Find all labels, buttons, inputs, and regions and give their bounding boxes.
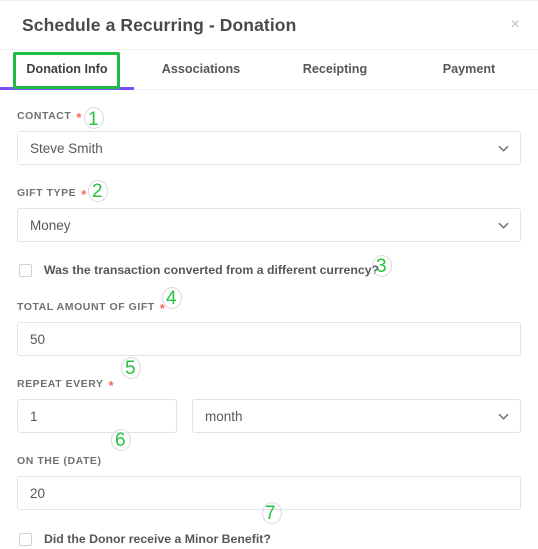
gift-type-label-text: GIFT TYPE bbox=[17, 187, 77, 199]
minor-benefit-label: Did the Donor receive a Minor Benefit? bbox=[44, 532, 271, 546]
repeat-unit-value: month bbox=[205, 408, 243, 424]
repeat-every-label-text: REPEAT EVERY bbox=[17, 378, 104, 390]
gift-type-label: GIFT TYPE * bbox=[17, 185, 521, 201]
field-on-the-date: ON THE (DATE) 20 bbox=[17, 453, 521, 510]
active-tab-underline bbox=[0, 87, 134, 90]
contact-label-text: CONTACT bbox=[17, 110, 72, 122]
tab-bar: Donation Info Associations Receipting Pa… bbox=[0, 50, 538, 90]
field-gift-type: GIFT TYPE * Money bbox=[17, 185, 521, 242]
total-amount-label: TOTAL AMOUNT OF GIFT * bbox=[17, 299, 521, 315]
repeat-every-row: 1 month bbox=[17, 399, 521, 433]
repeat-unit-select[interactable]: month bbox=[192, 399, 521, 433]
dialog-header: Schedule a Recurring - Donation × bbox=[0, 0, 538, 50]
schedule-recurring-donation-dialog: Schedule a Recurring - Donation × Donati… bbox=[0, 0, 538, 549]
required-asterisk: * bbox=[76, 109, 83, 125]
contact-label: CONTACT * bbox=[17, 108, 521, 124]
converted-currency-checkbox[interactable] bbox=[19, 263, 32, 277]
on-the-date-value: 20 bbox=[30, 485, 46, 501]
field-repeat-every: REPEAT EVERY * 1 month bbox=[17, 376, 521, 433]
gift-type-value: Money bbox=[30, 217, 71, 233]
minor-benefit-checkbox[interactable] bbox=[19, 532, 32, 546]
on-the-date-input[interactable]: 20 bbox=[17, 476, 521, 510]
required-asterisk: * bbox=[159, 300, 166, 316]
chevron-down-icon bbox=[498, 220, 509, 231]
converted-currency-label: Was the transaction converted from a dif… bbox=[44, 263, 380, 277]
contact-select[interactable]: Steve Smith bbox=[17, 131, 521, 165]
required-asterisk: * bbox=[81, 186, 87, 202]
donation-info-form: CONTACT * Steve Smith GIFT TYPE * Money bbox=[0, 108, 538, 549]
chevron-down-icon bbox=[498, 411, 509, 422]
total-amount-value: 50 bbox=[30, 331, 46, 347]
page-title: Schedule a Recurring - Donation bbox=[22, 14, 297, 35]
field-total-amount: TOTAL AMOUNT OF GIFT * 50 bbox=[17, 299, 521, 356]
close-icon[interactable]: × bbox=[511, 17, 520, 33]
tab-associations[interactable]: Associations bbox=[134, 50, 268, 89]
total-amount-label-text: TOTAL AMOUNT OF GIFT bbox=[17, 301, 155, 313]
tab-payment[interactable]: Payment bbox=[402, 50, 536, 89]
contact-value: Steve Smith bbox=[30, 140, 103, 156]
gift-type-select[interactable]: Money bbox=[17, 208, 521, 242]
minor-benefit-row[interactable]: Did the Donor receive a Minor Benefit? bbox=[19, 529, 521, 549]
chevron-down-icon bbox=[498, 143, 509, 154]
converted-currency-row[interactable]: Was the transaction converted from a dif… bbox=[19, 260, 521, 280]
field-contact: CONTACT * Steve Smith bbox=[17, 108, 521, 165]
required-asterisk: * bbox=[108, 377, 115, 393]
repeat-count-input[interactable]: 1 bbox=[17, 399, 177, 433]
repeat-every-label: REPEAT EVERY * bbox=[17, 376, 521, 392]
on-the-date-label-text: ON THE (DATE) bbox=[17, 455, 102, 467]
tab-donation-info[interactable]: Donation Info bbox=[0, 50, 134, 89]
total-amount-input[interactable]: 50 bbox=[17, 322, 521, 356]
tab-receipting[interactable]: Receipting bbox=[268, 50, 402, 89]
on-the-date-label: ON THE (DATE) bbox=[17, 453, 521, 469]
repeat-count-value: 1 bbox=[30, 408, 38, 424]
